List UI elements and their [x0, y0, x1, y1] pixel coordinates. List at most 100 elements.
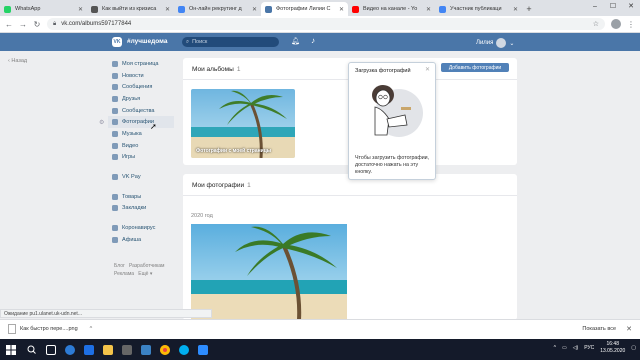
nav-item[interactable]: Закладки — [112, 203, 182, 215]
notifications-bell-icon[interactable]: 🔔︎ — [291, 37, 300, 45]
browser-tab[interactable]: Он-лайн рекрутинг д ✕ — [174, 2, 261, 16]
url-input[interactable]: 🔒︎ vk.com/albums597177844 ☆ — [47, 18, 605, 30]
bookmarks-icon — [112, 205, 118, 212]
games-icon — [112, 154, 118, 161]
tab-close-icon[interactable]: ✕ — [426, 6, 431, 13]
user-avatar — [496, 38, 507, 48]
nav-separator — [112, 214, 182, 222]
close-icon[interactable]: ✕ — [425, 66, 430, 73]
nav-item[interactable]: Видео — [112, 140, 182, 152]
chrome-menu-icon[interactable]: ⋮ — [627, 20, 635, 29]
music-note-icon[interactable]: ♪ — [311, 36, 315, 45]
browser-tab[interactable]: WhatsApp ✕ — [0, 2, 87, 16]
maximize-button[interactable]: ☐ — [604, 0, 622, 14]
footer-link-more[interactable]: Ещё — [138, 271, 148, 277]
tab-label: Как выйти из кризиса — [102, 6, 157, 12]
nav-item[interactable]: ⚙ Фотографии — [99, 116, 174, 129]
forward-arrow-icon[interactable]: → — [19, 20, 27, 29]
tab-label: Участник публикаци — [450, 6, 502, 12]
add-photos-button[interactable]: Добавить фотографии — [441, 63, 509, 72]
browser-tab[interactable]: Фотографии Лилии С ✕ — [261, 2, 348, 16]
nav-item[interactable]: Новости — [112, 70, 182, 82]
tab-close-icon[interactable]: ✕ — [339, 6, 344, 13]
nav-item-label: Игры — [122, 154, 136, 161]
photo-thumbnail[interactable] — [191, 224, 347, 320]
search-icon[interactable] — [22, 339, 41, 360]
vk-logo[interactable]: VK — [112, 37, 122, 47]
nav-item[interactable]: Коронавирус — [112, 222, 182, 234]
tab-favicon-icon — [4, 5, 11, 13]
browser-tab[interactable]: Видео на канале - Yo ✕ — [348, 2, 435, 16]
footer-link-developers[interactable]: Разработчикам — [129, 263, 165, 269]
network-icon[interactable]: ▭ — [562, 345, 567, 351]
browser-tab[interactable]: Участник публикаци ✕ — [435, 2, 522, 16]
notifications-icon[interactable]: ▢ — [631, 345, 636, 351]
back-link[interactable]: ‹ Назад — [8, 58, 27, 64]
tab-close-icon[interactable]: ✕ — [78, 6, 83, 13]
nav-item-label: Друзья — [122, 95, 141, 102]
nav-item[interactable]: Афиша — [112, 234, 182, 246]
language-indicator[interactable]: РУС — [584, 345, 594, 351]
footer-link-ads[interactable]: Реклама — [114, 271, 134, 277]
chevron-up-icon[interactable]: ^ — [90, 326, 93, 332]
gear-icon[interactable]: ⚙ — [99, 119, 104, 126]
show-all-downloads-link[interactable]: Показать все — [582, 326, 616, 332]
communities-icon — [112, 107, 118, 114]
vk-hashtag[interactable]: #лучшедома — [127, 38, 167, 45]
bookmark-star-icon[interactable]: ☆ — [593, 20, 599, 28]
reload-icon[interactable]: ↻ — [33, 20, 41, 29]
clock[interactable]: 16:48 13.05.2020 — [600, 341, 625, 355]
tray-chevron-icon[interactable]: ^ — [554, 345, 556, 351]
back-arrow-icon[interactable]: ← — [5, 20, 13, 29]
address-bar: ← → ↻ 🔒︎ vk.com/albums597177844 ☆ ⋮ — [0, 16, 640, 33]
system-tray: ^ ▭ ◁) РУС 16:48 13.05.2020 ▢ — [554, 341, 636, 355]
tab-label: Он-лайн рекрутинг д — [189, 6, 242, 12]
photos-count: 1 — [247, 182, 251, 189]
browser-tab[interactable]: Как выйти из кризиса ✕ — [87, 2, 174, 16]
album-caption: Фотографии с моей страницы — [196, 148, 272, 154]
edge-icon[interactable] — [60, 339, 79, 360]
tab-close-icon[interactable]: ✕ — [513, 6, 518, 13]
nav-separator — [112, 163, 182, 171]
photos-card: Мои фотографии 1 2020 год — [183, 174, 517, 320]
footer-link-blog[interactable]: Блог — [114, 263, 125, 269]
profile-avatar[interactable] — [611, 19, 621, 29]
new-tab-button[interactable]: + — [522, 2, 536, 16]
search-icon: ⌕ — [186, 38, 190, 45]
tab-close-icon[interactable]: ✕ — [252, 6, 257, 13]
photos-title-text: Мои фотографии — [192, 182, 245, 189]
albums-title: Мои альбомы 1 — [192, 66, 240, 73]
minimize-button[interactable]: – — [586, 0, 604, 14]
tab-label: WhatsApp — [15, 6, 41, 12]
tab-favicon-icon — [439, 5, 446, 13]
store-icon[interactable] — [117, 339, 136, 360]
dropbox-icon[interactable] — [79, 339, 98, 360]
windows-start-icon[interactable] — [0, 344, 22, 355]
friends-icon — [112, 95, 118, 102]
coronavirus-icon — [112, 225, 118, 232]
nav-item[interactable]: Музыка — [112, 128, 182, 140]
nav-item[interactable]: Сообщения — [112, 81, 182, 93]
user-menu[interactable]: Лилия ⌄ — [476, 38, 514, 48]
vk-search-input[interactable]: ⌕ Поиск — [182, 37, 279, 47]
download-item[interactable]: Как быстро пере....png ^ — [8, 324, 92, 334]
tab-close-icon[interactable]: ✕ — [165, 6, 170, 13]
album-thumbnail[interactable]: Фотографии с моей страницы — [191, 89, 295, 158]
close-window-button[interactable]: ✕ — [622, 0, 640, 14]
tab-label: Фотографии Лилии С — [276, 6, 331, 12]
skype-icon[interactable] — [174, 339, 193, 360]
zoom-icon[interactable] — [193, 339, 212, 360]
mail-icon[interactable] — [136, 339, 155, 360]
nav-item[interactable]: Друзья — [112, 93, 182, 105]
nav-item[interactable]: Товары — [112, 191, 182, 203]
nav-item[interactable]: Игры — [112, 152, 182, 164]
footer-links: Блог Разработчикам Реклама Ещё ▾ — [114, 263, 165, 277]
volume-icon[interactable]: ◁) — [573, 345, 579, 351]
nav-item[interactable]: VK Pay — [112, 171, 182, 183]
task-view-icon[interactable] — [41, 339, 60, 360]
nav-item[interactable]: Сообщества — [112, 105, 182, 117]
nav-item[interactable]: Моя страница — [112, 58, 182, 70]
close-icon[interactable]: ✕ — [626, 325, 632, 333]
file-explorer-icon[interactable] — [98, 339, 117, 360]
chrome-icon[interactable] — [155, 339, 174, 360]
